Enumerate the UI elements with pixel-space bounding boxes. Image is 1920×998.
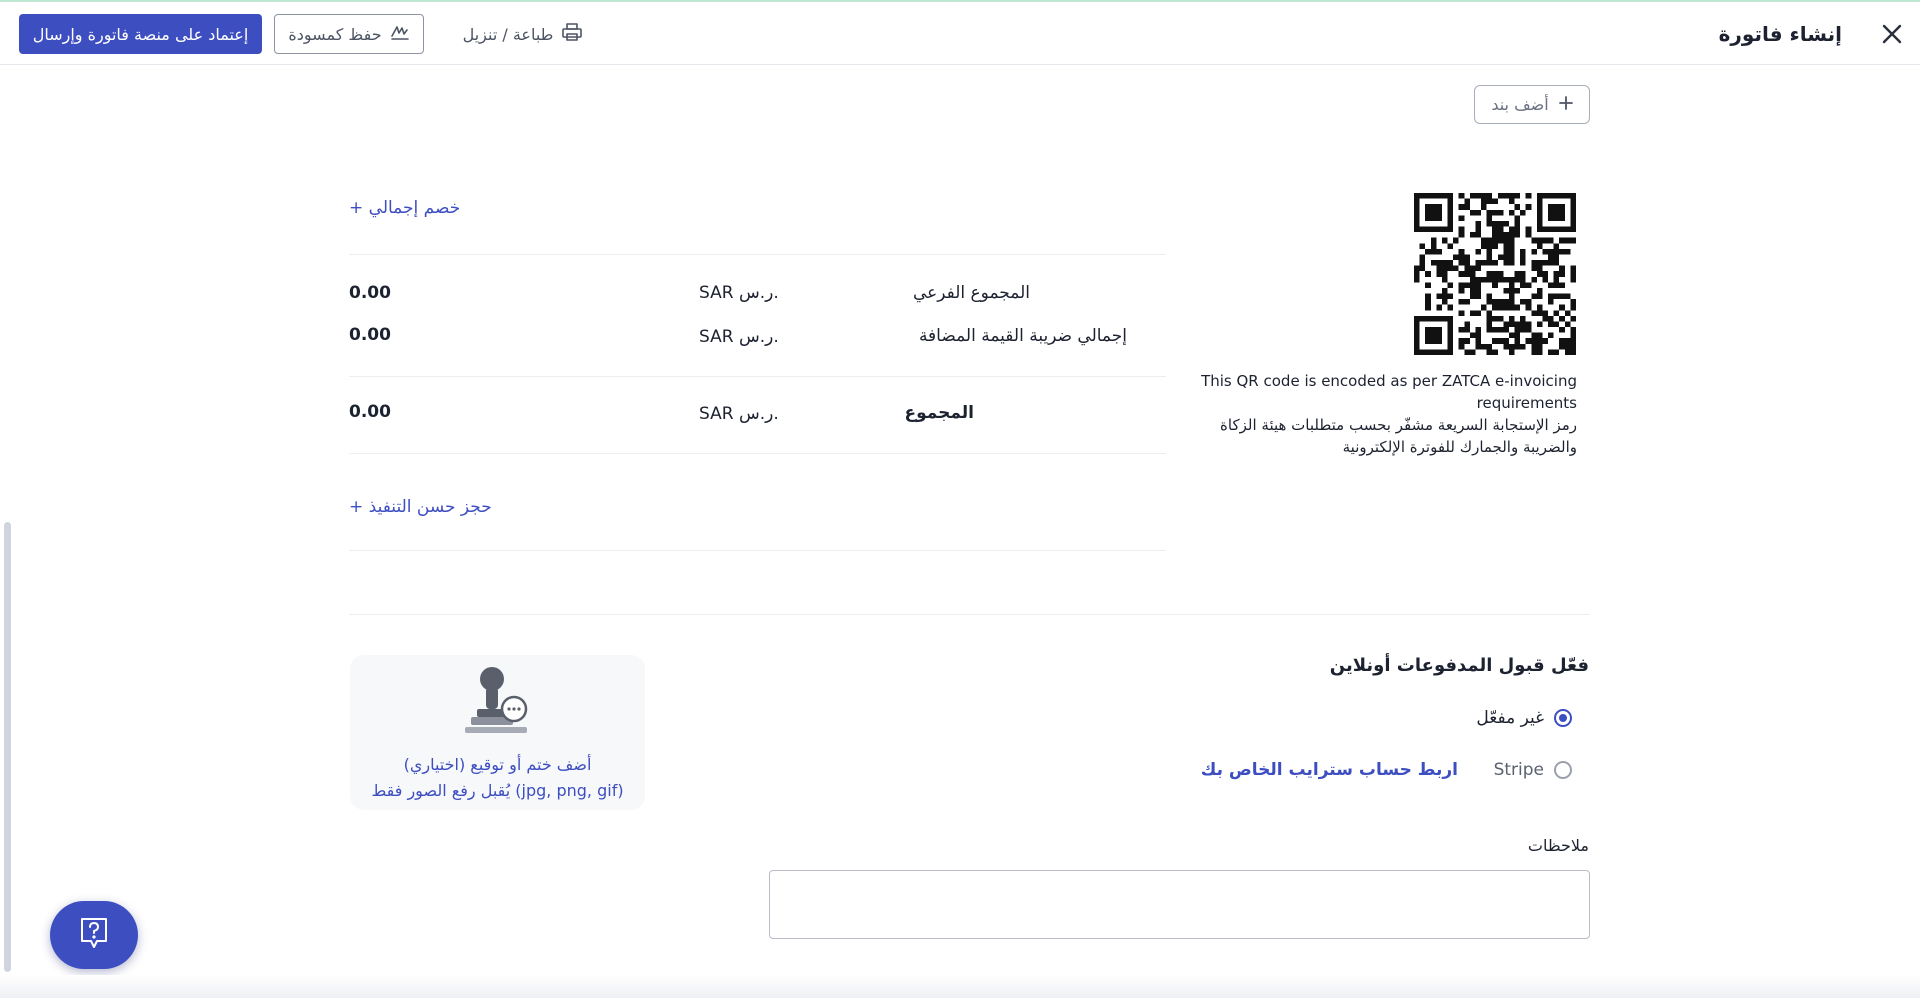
subtotal-value: 0.00 <box>349 283 391 303</box>
page-title: إنشاء فاتورة <box>1718 22 1842 46</box>
grand-total-currency: SAR ر.س. <box>699 404 779 424</box>
stamp-upload-area[interactable]: (اختياري) أضف ختم أو توقيع يُقبل رفع الص… <box>350 655 645 810</box>
stamp-icon <box>457 665 537 745</box>
subtotal-label: المجموع الفرعي <box>912 283 1030 303</box>
notes-field[interactable] <box>769 870 1590 939</box>
header-bar: إعتماد على منصة فاتورة وإرسال حفظ كمسودة… <box>0 2 1920 65</box>
save-draft-label: حفظ كمسودة <box>288 24 382 44</box>
qr-caption-arabic: رمز الإستجابة السريعة مشفّر بحسب متطلبات… <box>1220 416 1577 456</box>
plus-icon <box>1558 95 1573 114</box>
print-download-button[interactable]: طباعة / تنزيل <box>458 14 588 54</box>
add-total-discount-link[interactable]: + خصم إجمالي <box>349 198 460 218</box>
help-button[interactable] <box>50 901 138 969</box>
divider <box>349 254 1166 255</box>
stamp-upload-formats: يُقبل رفع الصور فقط (jpg, png, gif) <box>371 781 624 800</box>
add-retention-link[interactable]: + حجز حسن التنفيذ <box>349 497 492 517</box>
print-download-label: طباعة / تنزيل <box>462 24 554 44</box>
scrollbar[interactable] <box>4 522 11 972</box>
add-item-button[interactable]: أضف بند <box>1474 85 1590 124</box>
radio-checked-icon[interactable] <box>1554 709 1572 727</box>
online-payments-title: فعّل قبول المدفوعات أونلاين <box>1329 655 1589 676</box>
section-divider <box>349 614 1590 615</box>
approve-and-send-button[interactable]: إعتماد على منصة فاتورة وإرسال <box>19 14 262 54</box>
connect-stripe-link[interactable]: اربط حساب سترايب الخاص بك <box>1201 760 1458 780</box>
help-icon <box>79 916 109 954</box>
subtotal-currency: SAR ر.س. <box>699 283 779 303</box>
vat-total-currency: SAR ر.س. <box>699 327 779 347</box>
signature-icon <box>390 23 410 45</box>
radio-unchecked-icon[interactable] <box>1554 761 1572 779</box>
close-icon[interactable] <box>1878 20 1906 48</box>
notes-label: ملاحظات <box>1527 836 1589 855</box>
qr-caption: This QR code is encoded as per ZATCA e-i… <box>1200 370 1577 458</box>
divider <box>349 376 1166 377</box>
vat-total-value: 0.00 <box>349 325 391 345</box>
payment-option-stripe-label: Stripe <box>1493 760 1544 780</box>
vat-total-label: إجمالي ضريبة القيمة المضافة <box>918 326 1127 346</box>
zatca-qr-code <box>1414 193 1576 355</box>
divider <box>349 453 1166 454</box>
bottom-fade <box>0 975 1920 998</box>
divider <box>349 550 1166 551</box>
add-item-label: أضف بند <box>1491 95 1549 114</box>
payment-option-stripe[interactable]: Stripe <box>1494 760 1572 780</box>
payment-option-disabled-label: غير مفعّل <box>1476 708 1544 728</box>
qr-caption-english: This QR code is encoded as per ZATCA e-i… <box>1201 372 1577 412</box>
approve-and-send-label: إعتماد على منصة فاتورة وإرسال <box>32 24 249 44</box>
stamp-upload-hint: (اختياري) أضف ختم أو توقيع <box>403 755 592 774</box>
grand-total-label: المجموع <box>904 403 974 423</box>
grand-total-value: 0.00 <box>349 402 391 422</box>
payment-option-disabled[interactable]: غير مفعّل <box>1476 708 1572 728</box>
printer-icon <box>561 22 583 46</box>
save-draft-button[interactable]: حفظ كمسودة <box>274 14 424 54</box>
